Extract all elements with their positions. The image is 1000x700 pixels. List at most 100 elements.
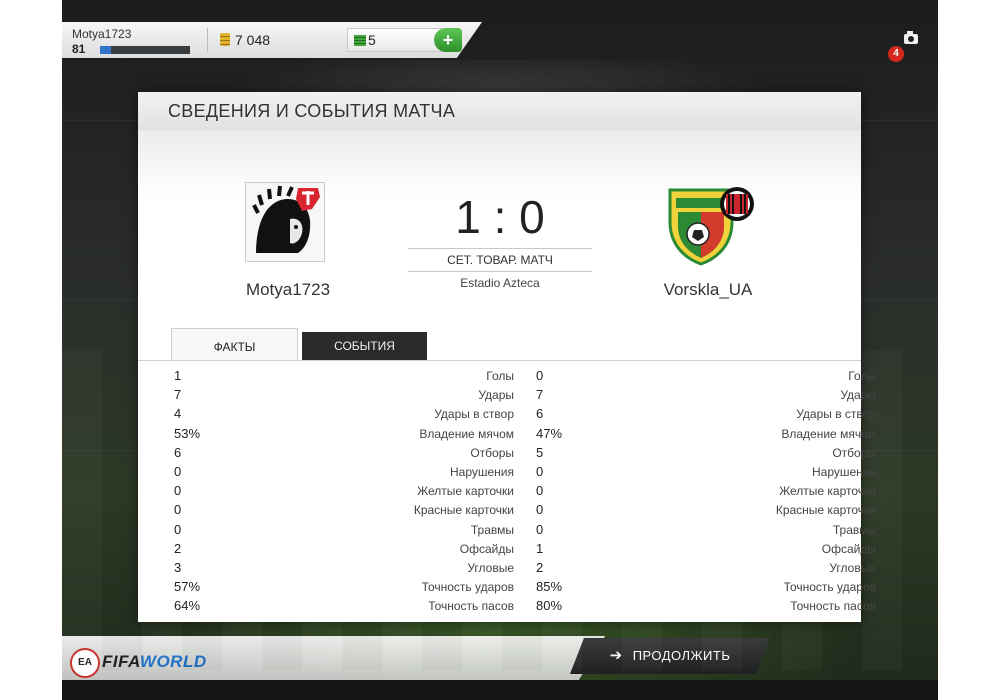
- stat-row: 0 Красные карточки: [174, 502, 514, 521]
- stat-value: 47%: [536, 425, 563, 441]
- stat-row: 0 Нарушения: [174, 464, 514, 483]
- coins-icon: [220, 33, 230, 46]
- stat-row: 53% Владение мячом: [174, 426, 514, 445]
- stat-label: Желтые карточки: [779, 484, 876, 499]
- panel-title: СВЕДЕНИЯ И СОБЫТИЯ МАТЧА: [168, 101, 456, 121]
- stat-value: 80%: [536, 598, 563, 614]
- away-team-crest-icon: [666, 182, 754, 266]
- stadium-name: Estadio Azteca: [460, 276, 540, 290]
- stat-label: Голы: [848, 369, 876, 383]
- stat-row: 6 Отборы: [174, 445, 514, 464]
- stat-label: Красные карточки: [775, 503, 876, 518]
- add-tokens-button[interactable]: +: [434, 28, 462, 52]
- stat-label: Удары: [840, 388, 876, 403]
- divider: [207, 28, 208, 52]
- game-screen: Motya1723 81 7 048 5 + 4 СВЕДЕНИЯ И СОБЫ…: [62, 0, 938, 700]
- stat-value: 2: [174, 540, 182, 556]
- user-profile[interactable]: Motya1723 81: [70, 25, 198, 56]
- stat-label: Удары в створ: [796, 407, 876, 422]
- stat-row: 0 Травмы: [536, 522, 876, 541]
- stat-value: 7: [174, 387, 182, 403]
- user-level: 81: [72, 42, 86, 56]
- stat-row: 5 Отборы: [536, 445, 876, 464]
- stat-label: Нарушения: [811, 464, 876, 479]
- stat-row: 0 Травмы: [174, 522, 514, 541]
- stat-value: 0: [174, 483, 182, 499]
- stat-value: 0: [536, 368, 544, 383]
- home-team-name: Motya1723: [245, 280, 331, 299]
- stat-value: 0: [174, 502, 182, 518]
- stat-label: Офсайды: [459, 541, 514, 556]
- fifa-world-wordmark: FIFAWORLD: [102, 652, 207, 672]
- tab-events[interactable]: СОБЫТИЯ: [302, 332, 427, 360]
- stat-value: 53%: [174, 425, 201, 441]
- camera-icon[interactable]: [904, 31, 918, 44]
- stat-label: Точность пасов: [790, 599, 876, 614]
- xp-progress-bar: [100, 46, 190, 54]
- stat-row: 57% Точность ударов: [174, 579, 514, 598]
- stat-value: 6: [536, 406, 544, 422]
- stat-row: 2 Офсайды: [174, 541, 514, 560]
- stat-row: 3 Угловые: [174, 560, 514, 579]
- xp-progress-fill: [100, 46, 111, 54]
- ea-sports-icon: EA: [70, 648, 100, 678]
- stat-label: Травмы: [470, 522, 514, 537]
- stat-row: 0 Нарушения: [536, 464, 876, 483]
- stat-value: 0: [536, 521, 544, 537]
- match-type: СЕТ. ТОВАР. МАТЧ: [408, 248, 592, 272]
- stat-row: 4 Удары в створ: [174, 406, 514, 425]
- stat-value: 64%: [174, 598, 201, 614]
- world-label: WORLD: [139, 652, 207, 671]
- stat-row: 7 Удары: [174, 387, 514, 406]
- stat-row: 80% Точность пасов: [536, 598, 876, 617]
- bottom-bar: [62, 636, 606, 680]
- coins-value: 7 048: [235, 32, 271, 48]
- stat-value: 5: [536, 444, 544, 460]
- stat-label: Нарушения: [449, 464, 514, 479]
- notification-badge[interactable]: 4: [888, 46, 904, 62]
- continue-label: ПРОДОЛЖИТЬ: [632, 648, 731, 663]
- tokens-counter: 5: [347, 28, 445, 52]
- username: Motya1723: [72, 27, 132, 41]
- stat-value: 85%: [536, 579, 563, 595]
- stat-row: 1 Голы: [174, 368, 514, 387]
- coins-counter: 7 048: [220, 32, 270, 48]
- stat-row: 0 Красные карточки: [536, 502, 876, 521]
- stat-label: Точность ударов: [421, 580, 514, 595]
- tab-facts[interactable]: ФАКТЫ: [171, 328, 298, 361]
- stat-label: Угловые: [829, 560, 876, 575]
- stat-row: 7 Удары: [536, 387, 876, 406]
- stat-value: 57%: [174, 579, 201, 595]
- stat-row: 85% Точность ударов: [536, 579, 876, 598]
- stat-value: 0: [536, 483, 544, 499]
- continue-button[interactable]: ➔ ПРОДОЛЖИТЬ: [570, 638, 770, 674]
- top-bar: Motya1723 81 7 048 5 +: [62, 22, 482, 58]
- panel-header: СВЕДЕНИЯ И СОБЫТИЯ МАТЧА: [138, 92, 861, 130]
- stat-value: 4: [174, 406, 182, 422]
- stat-value: 1: [536, 540, 544, 556]
- arrow-right-icon: ➔: [609, 647, 623, 664]
- stat-label: Владение мячом: [781, 426, 876, 441]
- match-details-panel: СВЕДЕНИЯ И СОБЫТИЯ МАТЧА Motya1723 Vorsk…: [138, 92, 876, 622]
- stat-label: Красные карточки: [413, 503, 514, 518]
- tokens-icon: [354, 35, 366, 46]
- stat-label: Отборы: [470, 445, 514, 460]
- stat-label: Точность пасов: [428, 599, 514, 614]
- stat-value: 2: [536, 559, 544, 575]
- tokens-value: 5: [368, 32, 376, 48]
- stat-row: 0 Голы: [536, 368, 876, 387]
- stat-label: Точность ударов: [783, 580, 876, 595]
- match-score: 1 : 0: [455, 191, 545, 243]
- stat-value: 1: [174, 368, 182, 383]
- stat-row: 1 Офсайды: [536, 541, 876, 560]
- stat-label: Удары в створ: [434, 407, 514, 422]
- stat-value: 3: [174, 559, 182, 575]
- stat-row: 64% Точность пасов: [174, 598, 514, 617]
- stat-value: 0: [536, 463, 544, 479]
- fifa-label: FIFA: [102, 652, 140, 671]
- stat-label: Голы: [486, 369, 514, 383]
- stat-label: Отборы: [832, 445, 876, 460]
- stat-value: 6: [174, 444, 182, 460]
- stat-value: 7: [536, 387, 544, 403]
- away-team-name: Vorskla_UA: [663, 280, 753, 299]
